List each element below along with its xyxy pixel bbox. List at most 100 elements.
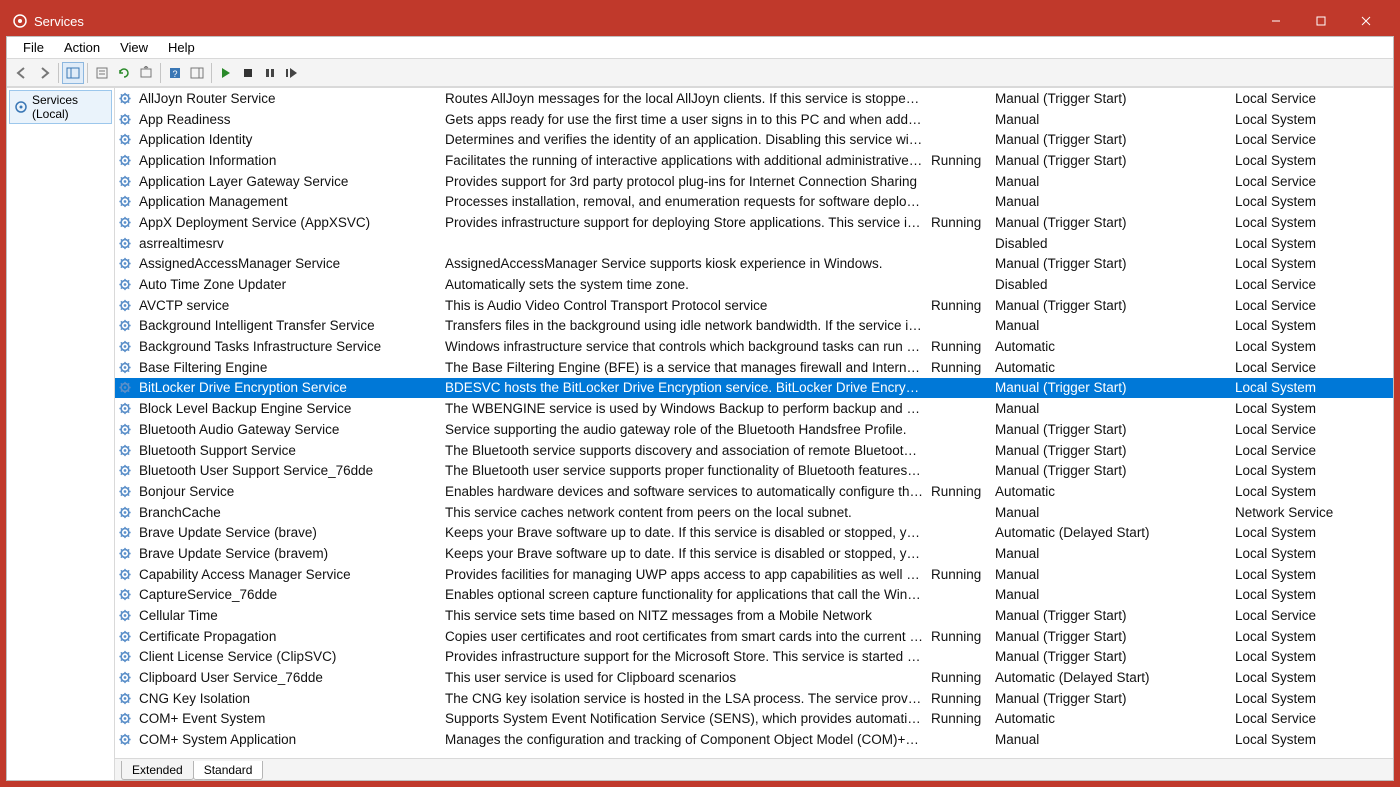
service-row[interactable]: AVCTP service This is Audio Video Contro… <box>115 295 1393 316</box>
service-gear-icon <box>119 91 139 106</box>
service-row[interactable]: BranchCache This service caches network … <box>115 502 1393 523</box>
service-row[interactable]: Bluetooth Audio Gateway Service Service … <box>115 419 1393 440</box>
show-hide-tree-button[interactable] <box>62 62 84 84</box>
service-row[interactable]: asrrealtimesrv Disabled Local System <box>115 233 1393 254</box>
service-description: Automatically sets the system time zone. <box>445 277 931 292</box>
menu-action[interactable]: Action <box>54 37 110 58</box>
service-logon-as: Local System <box>1235 194 1375 209</box>
menu-file[interactable]: File <box>13 37 54 58</box>
service-status: Running <box>931 670 995 685</box>
service-startup-type: Manual <box>995 112 1235 127</box>
service-startup-type: Manual (Trigger Start) <box>995 215 1235 230</box>
service-row[interactable]: Application Management Processes install… <box>115 191 1393 212</box>
tree-root-services-local[interactable]: Services (Local) <box>9 90 112 124</box>
service-startup-type: Automatic <box>995 339 1235 354</box>
service-row[interactable]: Capability Access Manager Service Provid… <box>115 564 1393 585</box>
service-description: Manages the configuration and tracking o… <box>445 732 931 747</box>
toolbar: ? <box>7 59 1393 87</box>
properties-button[interactable] <box>91 62 113 84</box>
service-name: Bluetooth Audio Gateway Service <box>139 422 445 437</box>
service-row[interactable]: Bonjour Service Enables hardware devices… <box>115 481 1393 502</box>
service-gear-icon <box>119 174 139 189</box>
service-logon-as: Local System <box>1235 318 1375 333</box>
service-row[interactable]: Bluetooth User Support Service_76dde The… <box>115 460 1393 481</box>
restart-service-button[interactable] <box>281 62 303 84</box>
service-row[interactable]: Application Identity Determines and veri… <box>115 129 1393 150</box>
service-startup-type: Automatic <box>995 484 1235 499</box>
service-row[interactable]: App Readiness Gets apps ready for use th… <box>115 109 1393 130</box>
service-row[interactable]: Background Intelligent Transfer Service … <box>115 316 1393 337</box>
service-row[interactable]: Auto Time Zone Updater Automatically set… <box>115 274 1393 295</box>
service-row[interactable]: Brave Update Service (brave) Keeps your … <box>115 522 1393 543</box>
service-row[interactable]: Base Filtering Engine The Base Filtering… <box>115 357 1393 378</box>
service-description: Enables optional screen capture function… <box>445 587 931 602</box>
service-name: Client License Service (ClipSVC) <box>139 649 445 664</box>
back-button[interactable] <box>11 62 33 84</box>
service-startup-type: Manual <box>995 567 1235 582</box>
close-button[interactable] <box>1343 6 1388 36</box>
service-row[interactable]: Block Level Backup Engine Service The WB… <box>115 398 1393 419</box>
service-row[interactable]: Certificate Propagation Copies user cert… <box>115 626 1393 647</box>
service-gear-icon <box>119 711 139 726</box>
service-row[interactable]: Clipboard User Service_76dde This user s… <box>115 667 1393 688</box>
service-startup-type: Manual <box>995 318 1235 333</box>
service-row[interactable]: AllJoyn Router Service Routes AllJoyn me… <box>115 88 1393 109</box>
service-name: Background Intelligent Transfer Service <box>139 318 445 333</box>
service-startup-type: Manual (Trigger Start) <box>995 422 1235 437</box>
service-status: Running <box>931 484 995 499</box>
service-row[interactable]: CaptureService_76dde Enables optional sc… <box>115 585 1393 606</box>
service-description: Determines and verifies the identity of … <box>445 132 931 147</box>
service-description: Keeps your Brave software up to date. If… <box>445 546 931 561</box>
help-button[interactable]: ? <box>164 62 186 84</box>
stop-service-button[interactable] <box>237 62 259 84</box>
service-startup-type: Manual <box>995 587 1235 602</box>
service-row[interactable]: Application Layer Gateway Service Provid… <box>115 171 1393 192</box>
tab-extended[interactable]: Extended <box>121 761 194 780</box>
maximize-button[interactable] <box>1298 6 1343 36</box>
service-row[interactable]: AppX Deployment Service (AppXSVC) Provid… <box>115 212 1393 233</box>
service-description: This service sets time based on NITZ mes… <box>445 608 931 623</box>
service-logon-as: Local System <box>1235 525 1375 540</box>
service-startup-type: Manual (Trigger Start) <box>995 153 1235 168</box>
service-logon-as: Local System <box>1235 691 1375 706</box>
service-name: BranchCache <box>139 505 445 520</box>
refresh-button[interactable] <box>113 62 135 84</box>
menu-view[interactable]: View <box>110 37 158 58</box>
service-row[interactable]: AssignedAccessManager Service AssignedAc… <box>115 254 1393 275</box>
svg-text:?: ? <box>172 69 177 79</box>
service-logon-as: Local Service <box>1235 298 1375 313</box>
minimize-button[interactable] <box>1253 6 1298 36</box>
service-name: Bluetooth User Support Service_76dde <box>139 463 445 478</box>
start-service-button[interactable] <box>215 62 237 84</box>
service-logon-as: Local System <box>1235 256 1375 271</box>
services-list[interactable]: AllJoyn Router Service Routes AllJoyn me… <box>115 88 1393 758</box>
forward-button[interactable] <box>33 62 55 84</box>
export-button[interactable] <box>135 62 157 84</box>
pause-service-button[interactable] <box>259 62 281 84</box>
service-logon-as: Local Service <box>1235 711 1375 726</box>
show-hide-action-pane-button[interactable] <box>186 62 208 84</box>
service-row[interactable]: Cellular Time This service sets time bas… <box>115 605 1393 626</box>
service-description: The Base Filtering Engine (BFE) is a ser… <box>445 360 931 375</box>
tab-standard[interactable]: Standard <box>193 761 264 780</box>
tree-pane: Services (Local) <box>7 88 115 780</box>
service-name: AllJoyn Router Service <box>139 91 445 106</box>
services-app-icon <box>12 13 28 29</box>
service-row[interactable]: BitLocker Drive Encryption Service BDESV… <box>115 378 1393 399</box>
service-row[interactable]: COM+ Event System Supports System Event … <box>115 709 1393 730</box>
menu-help[interactable]: Help <box>158 37 205 58</box>
service-row[interactable]: Client License Service (ClipSVC) Provide… <box>115 647 1393 668</box>
service-row[interactable]: Application Information Facilitates the … <box>115 150 1393 171</box>
service-name: Background Tasks Infrastructure Service <box>139 339 445 354</box>
service-logon-as: Local System <box>1235 339 1375 354</box>
service-description: Copies user certificates and root certif… <box>445 629 931 644</box>
service-status: Running <box>931 360 995 375</box>
service-gear-icon <box>119 484 139 499</box>
service-row[interactable]: Bluetooth Support Service The Bluetooth … <box>115 440 1393 461</box>
service-row[interactable]: CNG Key Isolation The CNG key isolation … <box>115 688 1393 709</box>
service-row[interactable]: COM+ System Application Manages the conf… <box>115 729 1393 750</box>
service-gear-icon <box>119 360 139 375</box>
service-startup-type: Automatic (Delayed Start) <box>995 670 1235 685</box>
service-row[interactable]: Background Tasks Infrastructure Service … <box>115 336 1393 357</box>
service-row[interactable]: Brave Update Service (bravem) Keeps your… <box>115 543 1393 564</box>
